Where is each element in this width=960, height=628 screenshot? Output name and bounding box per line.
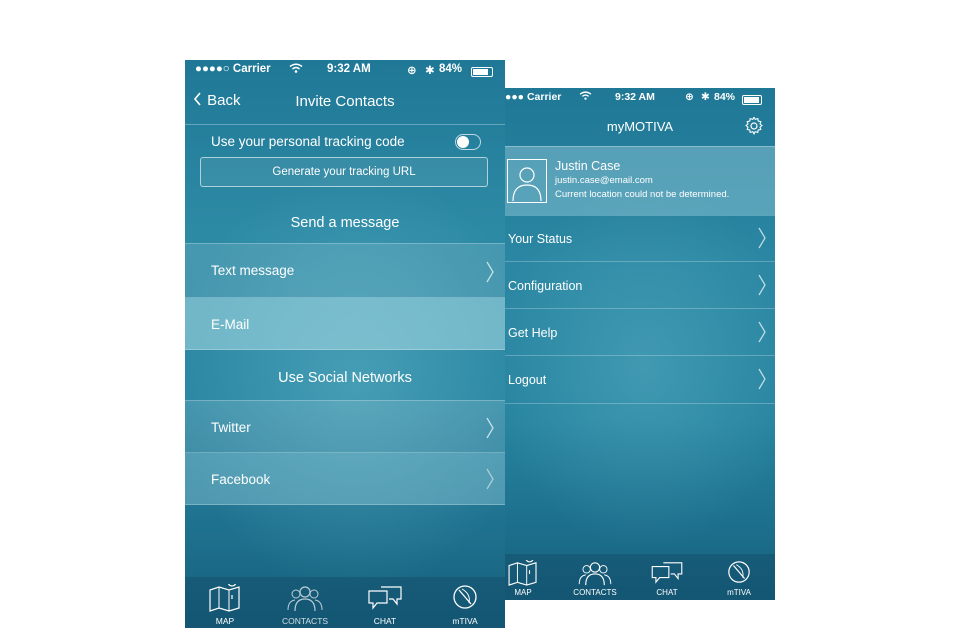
menu-item-label: Configuration: [508, 279, 583, 293]
profile-location: Current location could not be determined…: [555, 189, 730, 200]
lock-rotation-icon: ⊕: [407, 65, 417, 77]
nav-bar: Back Invite Contacts: [185, 80, 505, 124]
chevron-right-icon: [485, 261, 495, 283]
avatar: [507, 159, 547, 203]
tab-contacts[interactable]: CONTACTS: [265, 577, 345, 628]
chat-icon: [367, 585, 403, 616]
profile-name: Justin Case: [555, 159, 621, 173]
tab-map[interactable]: MAP: [505, 553, 541, 600]
list-item-label: Twitter: [211, 420, 251, 435]
tab-bar: MAP CONTACTS CHAT mTIVA: [505, 553, 775, 600]
tab-mtiva[interactable]: mTIVA: [703, 554, 775, 600]
tab-label: mTIVA: [452, 616, 478, 626]
status-bar: ●●●●○ Carrier 9:32 AM ⊕ ✱ 84%: [185, 60, 505, 80]
tab-label: CHAT: [373, 616, 397, 626]
divider: [185, 124, 505, 125]
tab-chat[interactable]: CHAT: [345, 577, 425, 628]
tab-label: MAP: [514, 588, 532, 597]
tab-contacts[interactable]: CONTACTS: [559, 554, 631, 600]
profile-email: justin.case@email.com: [555, 175, 653, 186]
chevron-right-icon: [485, 468, 495, 490]
invite-contacts-screen: ●●●●○ Carrier 9:32 AM ⊕ ✱ 84% Back Invit…: [185, 60, 505, 628]
tracking-toggle[interactable]: [455, 134, 481, 150]
lock-rotation-icon: ⊕: [685, 91, 694, 103]
tracking-toggle-label: Use your personal tracking code: [211, 134, 405, 149]
list-item-label: E-Mail: [211, 317, 250, 332]
carrier-label: ●●●●○ Carrier: [195, 63, 271, 75]
nav-bar: myMOTIVA: [505, 108, 775, 146]
battery-percent: 84%: [714, 91, 736, 103]
bluetooth-icon: ✱: [701, 91, 710, 103]
status-time: 9:32 AM: [615, 91, 655, 103]
wifi-icon: [289, 63, 303, 76]
tab-label: CONTACTS: [573, 588, 617, 597]
profile-screen: ●●● Carrier 9:32 AM ⊕ ✱ 84% myMOTIVA Jus…: [505, 88, 775, 600]
tab-chat[interactable]: CHAT: [631, 554, 703, 600]
mtiva-icon: [452, 584, 478, 615]
tab-label: CHAT: [656, 588, 678, 597]
tab-label: mTIVA: [727, 588, 751, 597]
chevron-right-icon: [757, 321, 767, 343]
menu-item-logout[interactable]: Logout: [505, 356, 775, 404]
list-item-facebook[interactable]: Facebook: [185, 453, 505, 505]
menu-item-get-help[interactable]: Get Help: [505, 309, 775, 356]
map-icon: [208, 577, 242, 617]
chat-icon: [650, 561, 684, 590]
battery-percent: 84%: [439, 63, 463, 75]
list-item-label: Text message: [211, 263, 295, 278]
list-item-twitter[interactable]: Twitter: [185, 400, 505, 453]
tab-label: MAP: [215, 616, 235, 626]
page-title: Invite Contacts: [295, 93, 395, 110]
tab-bar: MAP CONTACTS CHAT mTIVA: [185, 577, 505, 628]
status-bar: ●●● Carrier 9:32 AM ⊕ ✱ 84%: [505, 88, 775, 108]
list-item-email[interactable]: E-Mail: [185, 298, 505, 350]
tab-mtiva[interactable]: mTIVA: [425, 577, 505, 628]
menu-item-label: Logout: [508, 373, 547, 387]
generate-tracking-url-button[interactable]: Generate your tracking URL: [200, 157, 488, 187]
mtiva-icon: [727, 560, 751, 589]
list-item-text-message[interactable]: Text message: [185, 243, 505, 298]
page-title: myMOTIVA: [606, 119, 674, 134]
chevron-right-icon: [485, 417, 495, 439]
list-item-label: Facebook: [211, 472, 271, 487]
menu-item-label: Get Help: [508, 326, 558, 340]
contacts-icon: [287, 584, 323, 617]
chevron-right-icon: [757, 274, 767, 296]
toggle-knob: [457, 136, 469, 148]
chevron-right-icon: [757, 368, 767, 390]
menu-item-configuration[interactable]: Configuration: [505, 262, 775, 309]
profile-card[interactable]: Justin Case justin.case@email.com Curren…: [505, 146, 775, 216]
tab-label: CONTACTS: [281, 616, 329, 626]
menu-item-label: Your Status: [508, 232, 573, 246]
tab-map[interactable]: MAP: [185, 577, 265, 628]
contacts-icon: [578, 560, 612, 591]
bluetooth-icon: ✱: [425, 65, 435, 77]
gear-icon[interactable]: [745, 116, 763, 140]
map-icon: [507, 553, 539, 591]
carrier-label: ●●● Carrier: [505, 91, 562, 103]
chevron-right-icon: [757, 227, 767, 249]
status-time: 9:32 AM: [327, 63, 371, 75]
send-message-heading: Send a message: [290, 215, 400, 231]
social-networks-heading: Use Social Networks: [278, 370, 412, 386]
menu-item-your-status[interactable]: Your Status: [505, 215, 775, 262]
wifi-icon: [579, 91, 592, 103]
